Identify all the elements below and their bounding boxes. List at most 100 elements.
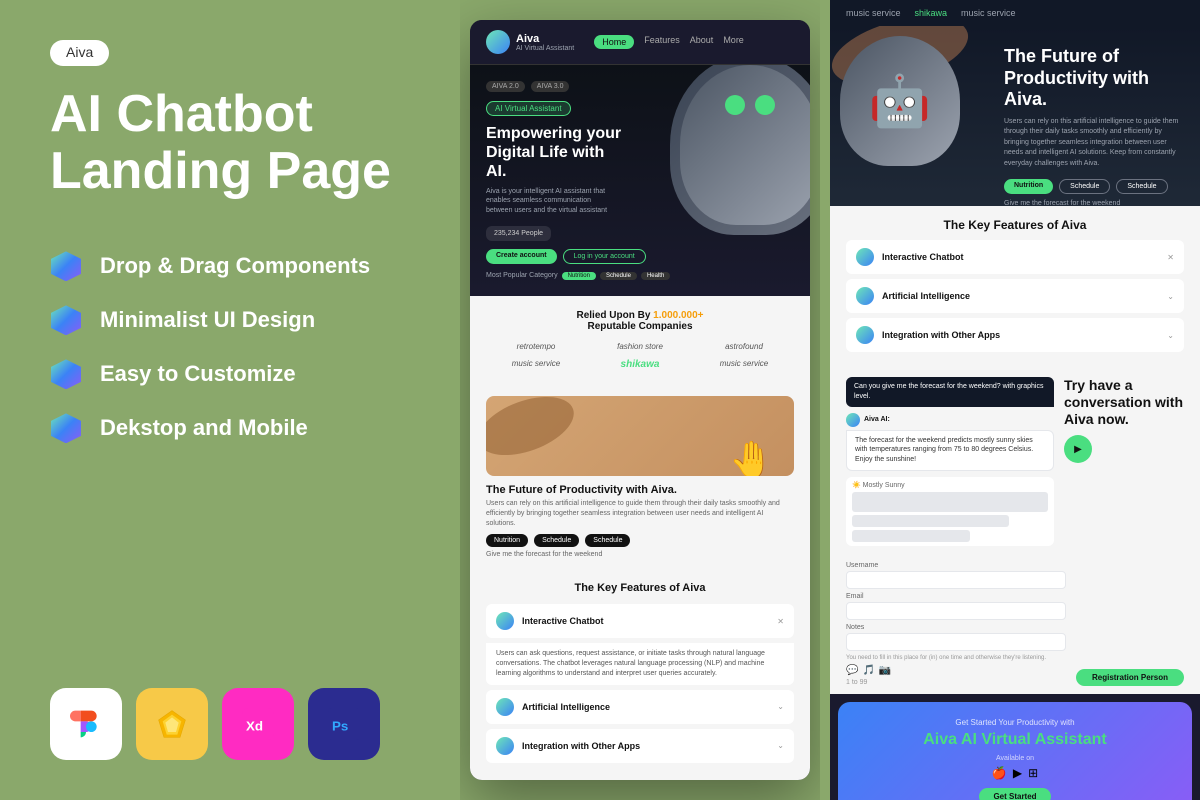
right-btn-nutrition[interactable]: Nutrition (1004, 179, 1053, 194)
right-btn-schedule[interactable]: Schedule (1059, 179, 1110, 194)
desktop-mobile-icon (50, 412, 82, 444)
mockup-key-features-section: The Key Features of Aiva Interactive Cha… (470, 568, 810, 780)
easy-customize-icon (50, 358, 82, 390)
mockup-stat-people: 235,234 People (486, 226, 551, 241)
nav-link-home[interactable]: Home (594, 35, 634, 49)
form-submit-btn[interactable]: Registration Person (1076, 669, 1184, 686)
left-panel: Aiva AI Chatbot Landing Page Drop & Drag… (0, 0, 460, 800)
chatbot-close-icon: ✕ (777, 617, 784, 626)
right-integration-expand: ⌄ (1167, 331, 1174, 340)
svg-text:Ps: Ps (332, 719, 348, 734)
right-cta-brand-green: AI Virtual Assistant (961, 731, 1107, 748)
brand-badge-label: Aiva (66, 44, 93, 60)
mockup-hero-desc: Aiva is your intelligent AI assistant th… (486, 187, 616, 216)
feature-interactive-chatbot[interactable]: Interactive Chatbot ✕ (486, 604, 794, 638)
company-shikawa: shikawa (590, 357, 690, 372)
mockup-logo-sub: AI Virtual Assistant (516, 45, 574, 52)
company-fashion: fashion store (590, 340, 690, 353)
company-count: 1.000.000+ (653, 310, 703, 321)
right-weather-bar3 (852, 530, 970, 542)
right-nav-music2: music service (961, 8, 1016, 18)
feature-text-minimalist: Minimalist UI Design (100, 307, 315, 333)
right-chat-right: Try have a conversation with Aiva now. ▶ (1064, 377, 1184, 546)
prod-btn-schedule[interactable]: Schedule (534, 534, 579, 547)
form-icon2: 🎵 (862, 665, 874, 676)
productivity-image: 🤚 (486, 396, 794, 476)
nav-link-features[interactable]: Features (644, 35, 680, 49)
right-feature-ai[interactable]: Artificial Intelligence ⌄ (846, 279, 1184, 313)
chatbot-feature-title: Interactive Chatbot (522, 616, 769, 626)
form-row-username: Username (846, 562, 1066, 589)
feature-item-drop-drag: Drop & Drag Components (50, 250, 410, 282)
company-music1: music service (486, 357, 586, 372)
form-row-email: Email (846, 593, 1066, 620)
company-astrofound: astrofound (694, 340, 794, 353)
right-ai-name: Aiva AI: (864, 416, 890, 423)
right-cta-available: Available on (854, 755, 1176, 762)
right-ai-icon (856, 287, 874, 305)
right-weather-bar2 (852, 515, 1009, 527)
right-chat-left: Can you give me the forecast for the wee… (846, 377, 1054, 546)
right-key-features: The Key Features of Aiva Interactive Cha… (830, 206, 1200, 369)
right-hero-section: 🤖 The Future of Productivity with Aiva. … (830, 26, 1200, 206)
form-field-notes[interactable] (846, 633, 1066, 651)
form-row-notes: Notes (846, 624, 1066, 651)
right-play-btn[interactable]: ▶ (1064, 435, 1092, 463)
feature-item-minimalist: Minimalist UI Design (50, 304, 410, 336)
mockup-logo-name: Aiva (516, 33, 574, 45)
right-integration-icon (856, 326, 874, 344)
mockup-container: Aiva AI Virtual Assistant Home Features … (470, 20, 810, 780)
right-feature-chatbot[interactable]: Interactive Chatbot ✕ (846, 240, 1184, 274)
right-feature-integration[interactable]: Integration with Other Apps ⌄ (846, 318, 1184, 352)
mockup-logo-img (486, 30, 510, 54)
right-btn-schedule2[interactable]: Schedule (1116, 179, 1167, 194)
feature-ai[interactable]: Artificial Intelligence ⌄ (486, 690, 794, 724)
right-cta-subtitle: Get Started Your Productivity with (854, 718, 1176, 727)
right-conversation-title: Try have a conversation with Aiva now. (1064, 377, 1184, 427)
category-schedule[interactable]: Schedule (600, 272, 637, 280)
right-weather-bar (852, 492, 1048, 512)
mockup-create-account-btn[interactable]: Create account (486, 249, 557, 264)
form-helper-text: You need to fill in this place for (in) … (846, 655, 1066, 661)
form-label-username: Username (846, 562, 1066, 569)
right-cta-get-started-btn[interactable]: Get Started (979, 788, 1050, 800)
right-hero-content: The Future of Productivity with Aiva. Us… (1004, 46, 1184, 206)
right-ai-avatar (846, 413, 860, 427)
company-logos-grid: retrotempo fashion store astrofound musi… (486, 340, 794, 372)
right-hero-title: The Future of Productivity with Aiva. (1004, 46, 1184, 111)
form-field-username[interactable] (846, 571, 1066, 589)
mockup-version-badge2: AIVA 3.0 (531, 81, 570, 92)
form-label-notes: Notes (846, 624, 1066, 631)
nav-link-more[interactable]: More (723, 35, 744, 49)
right-weather-widget: ☀️ Mostly Sunny (846, 477, 1054, 546)
nav-link-about[interactable]: About (690, 35, 714, 49)
mockup-login-btn[interactable]: Log in your account (563, 249, 646, 264)
mockup-hero-badge: AI Virtual Assistant (486, 101, 571, 116)
chatbot-feature-icon (496, 612, 514, 630)
right-robot-blob: 🤖 (840, 36, 960, 166)
right-nav-music1: music service (846, 8, 901, 18)
form-bottom-text: 1 to 99 (846, 679, 1066, 686)
right-ai-title: Artificial Intelligence (882, 291, 1159, 301)
windows-icon: ⊞ (1028, 766, 1038, 780)
mockup-nav: Aiva AI Virtual Assistant Home Features … (470, 20, 810, 65)
right-chat-section: Can you give me the forecast for the wee… (830, 369, 1200, 554)
chatbot-description: Users can ask questions, request assista… (486, 643, 794, 684)
category-health[interactable]: Health (641, 272, 670, 280)
right-ai-label: Aiva AI: (846, 413, 1054, 427)
feature-integration[interactable]: Integration with Other Apps ⌄ (486, 729, 794, 763)
category-nutrition[interactable]: Nutrition (562, 272, 596, 280)
form-field-email[interactable] (846, 602, 1066, 620)
ai-feature-title: Artificial Intelligence (522, 702, 769, 712)
prod-btn-nutrition[interactable]: Nutrition (486, 534, 528, 547)
right-integration-title: Integration with Other Apps (882, 330, 1159, 340)
prod-btn-schedule2[interactable]: Schedule (585, 534, 630, 547)
right-form-inner: Username Email Notes You need to fill in… (846, 562, 1184, 686)
ps-icon-box: Ps (308, 688, 380, 760)
feature-text-desktop-mobile: Dekstop and Mobile (100, 415, 308, 441)
form-icon3: 📷 (879, 665, 891, 676)
right-hero-btns: Nutrition Schedule Schedule (1004, 179, 1184, 194)
apple-icon: 🍎 (992, 766, 1007, 780)
integration-feature-title: Integration with Other Apps (522, 741, 769, 751)
mockup-productivity-section: 🤚 The Future of Productivity with Aiva. … (470, 386, 810, 568)
